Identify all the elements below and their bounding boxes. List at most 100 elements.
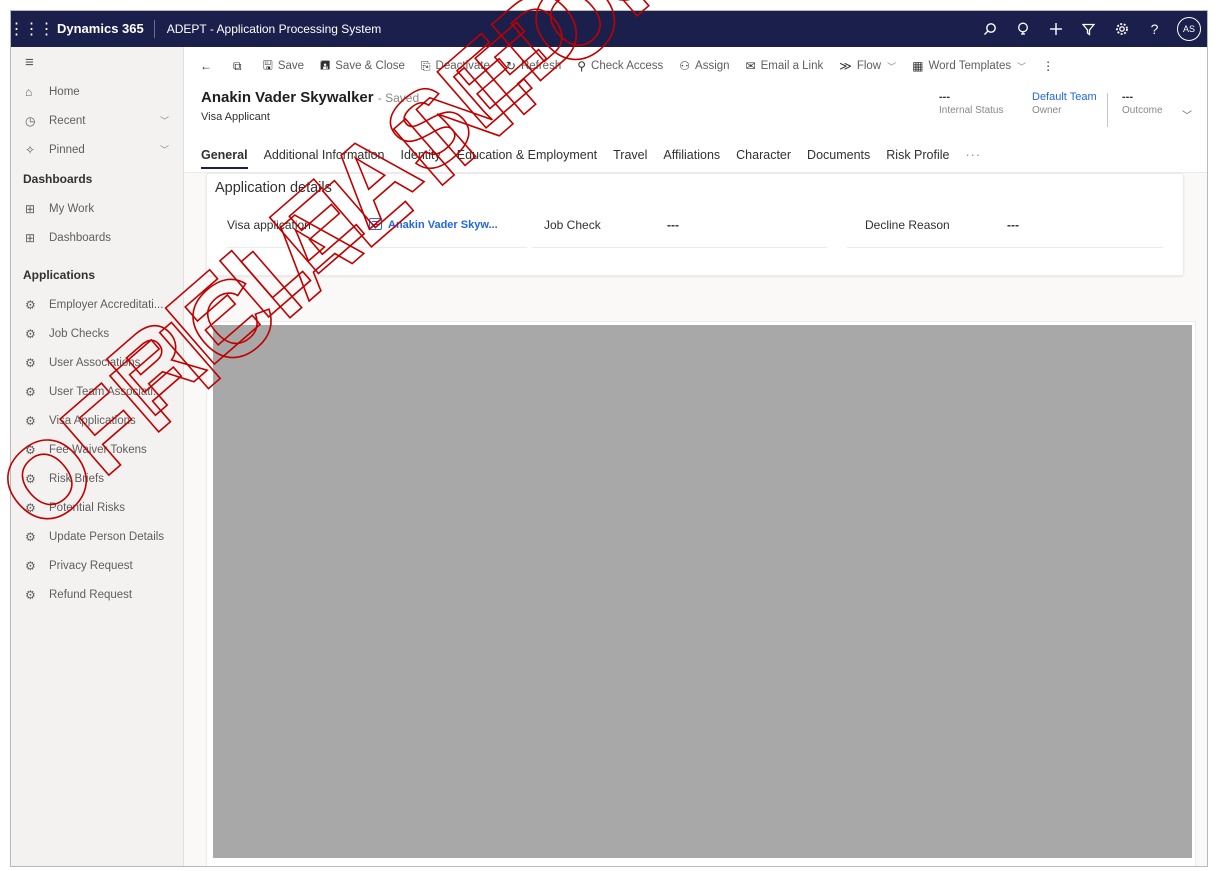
nav-item-potential-risks[interactable]: ⚙ Potential Risks bbox=[11, 493, 183, 522]
entity-icon: ⚙ bbox=[25, 413, 36, 428]
nav-group-applications: Applications bbox=[23, 268, 96, 282]
nav-item-user-team-associations[interactable]: ⚙ User Team Associati... bbox=[11, 377, 183, 406]
dashboard-icon: ⊞ bbox=[25, 201, 36, 216]
nav-item-employer-accreditations[interactable]: ⚙ Employer Accreditati... bbox=[11, 290, 183, 319]
deactivate-button[interactable]: ⎘ Deactivate bbox=[413, 47, 498, 85]
save-icon: 🖫 bbox=[262, 57, 273, 72]
nav-item-recent[interactable]: ◷ Recent ﹀ bbox=[11, 106, 183, 135]
nav-item-pinned[interactable]: ✧ Pinned ﹀ bbox=[11, 135, 183, 164]
app-name[interactable]: ADEPT - Application Processing System bbox=[155, 22, 382, 36]
expand-header-chevron-icon[interactable]: ﹀ bbox=[1182, 107, 1192, 122]
nav-item-home[interactable]: ⌂ Home bbox=[11, 77, 183, 106]
email-link-button[interactable]: ✉ Email a Link bbox=[738, 47, 832, 85]
nav-item-refund-request[interactable]: ⚙ Refund Request bbox=[11, 580, 183, 609]
section-title: Application details bbox=[215, 180, 332, 196]
nav-item-label: Refund Request bbox=[49, 588, 133, 601]
gear-icon[interactable] bbox=[1105, 11, 1138, 47]
dashboard-icon: ⊞ bbox=[25, 230, 36, 245]
back-arrow-icon: ← bbox=[200, 59, 212, 73]
home-icon: ⌂ bbox=[25, 84, 33, 99]
nav-item-fee-waiver-tokens[interactable]: ⚙ Fee Waiver Tokens bbox=[11, 435, 183, 464]
record-title: Anakin Vader Skywalker - Saved bbox=[201, 89, 419, 106]
nav-item-dashboards[interactable]: ⊞ Dashboards bbox=[11, 223, 183, 252]
back-button[interactable]: ← bbox=[192, 47, 225, 85]
app-launcher-icon[interactable]: ⋮⋮⋮ bbox=[11, 11, 55, 47]
word-templates-button[interactable]: ▦ Word Templates ﹀ bbox=[904, 47, 1034, 85]
entity-icon: ⚙ bbox=[25, 471, 36, 486]
nav-item-visa-applications[interactable]: ⚙ Visa Applications bbox=[11, 406, 183, 435]
nav-item-risk-briefs[interactable]: ⚙ Risk Briefs bbox=[11, 464, 183, 493]
decline-reason-value[interactable]: --- bbox=[1007, 218, 1019, 232]
clock-icon: ◷ bbox=[25, 113, 36, 128]
application-details-section: Application details Visa application Ana… bbox=[206, 173, 1184, 276]
sitemap-nav: ≡ ⌂ Home ◷ Recent ﹀ ✧ Pinned ﹀ Dashboard… bbox=[11, 47, 184, 866]
tab-additional-information[interactable]: Additional Information bbox=[264, 137, 385, 173]
word-templates-label: Word Templates bbox=[928, 60, 1012, 72]
nav-group-dashboards: Dashboards bbox=[23, 172, 93, 186]
entity-icon: ⚙ bbox=[25, 558, 36, 573]
redacted-content-card bbox=[206, 321, 1196, 866]
header-field-outcome: --- Outcome bbox=[1122, 91, 1163, 116]
command-bar: ← ⧉ 🖫 Save 🖪 Save & Close ⎘ Deactivate ↻ Ref… bbox=[184, 47, 1207, 85]
tab-character[interactable]: Character bbox=[736, 137, 791, 173]
decline-reason-field: Decline Reason --- bbox=[847, 210, 1163, 248]
job-check-value[interactable]: --- bbox=[667, 218, 679, 232]
save-button[interactable]: 🖫 Save bbox=[255, 47, 312, 85]
header-field-label: Owner bbox=[1032, 105, 1062, 116]
brand-name[interactable]: Dynamics 365 bbox=[51, 20, 155, 38]
refresh-label: Refresh bbox=[520, 60, 562, 72]
plus-icon[interactable] bbox=[1039, 11, 1072, 47]
filter-icon[interactable] bbox=[1072, 11, 1105, 47]
user-avatar[interactable]: AS bbox=[1177, 17, 1201, 41]
chevron-down-icon[interactable]: ﹀ bbox=[160, 143, 169, 156]
tab-travel[interactable]: Travel bbox=[613, 137, 647, 173]
lookup-record-icon bbox=[369, 218, 382, 230]
help-icon[interactable]: ? bbox=[1138, 11, 1171, 47]
entity-icon: ⚙ bbox=[25, 529, 36, 544]
email-icon: ✉ bbox=[745, 59, 756, 73]
lightbulb-icon[interactable] bbox=[1006, 11, 1039, 47]
tab-education-employment[interactable]: Education & Employment bbox=[457, 137, 597, 173]
more-commands-button[interactable]: ⋮ bbox=[1034, 47, 1067, 85]
owner-link[interactable]: Default Team bbox=[1032, 91, 1097, 103]
entity-icon: ⚙ bbox=[25, 442, 36, 457]
tab-more-button[interactable]: ··· bbox=[966, 137, 982, 173]
tab-identity[interactable]: Identity bbox=[400, 137, 440, 173]
header-field-internal-status: --- Internal Status bbox=[939, 91, 1003, 116]
nav-item-label: Home bbox=[49, 85, 80, 98]
nav-item-my-work[interactable]: ⊞ My Work bbox=[11, 194, 183, 223]
hamburger-menu-icon[interactable]: ≡ bbox=[11, 47, 183, 77]
tab-affiliations[interactable]: Affiliations bbox=[663, 137, 720, 173]
entity-icon: ⚙ bbox=[25, 326, 36, 341]
search-icon[interactable] bbox=[973, 11, 1006, 47]
open-in-new-window-button[interactable]: ⧉ bbox=[225, 47, 255, 85]
visa-application-lookup[interactable]: Anakin Vader Skyw... bbox=[369, 218, 498, 231]
nav-item-job-checks[interactable]: ⚙ Job Checks bbox=[11, 319, 183, 348]
chevron-down-icon[interactable]: ﹀ bbox=[160, 114, 169, 127]
header-field-label: Internal Status bbox=[939, 105, 1004, 116]
nav-item-label: Potential Risks bbox=[49, 501, 126, 514]
nav-item-label: Fee Waiver Tokens bbox=[49, 443, 147, 456]
nav-item-label: Update Person Details bbox=[49, 530, 165, 543]
top-bar: ⋮⋮⋮ Dynamics 365 ADEPT - Application Pro… bbox=[11, 11, 1207, 47]
nav-item-update-person-details[interactable]: ⚙ Update Person Details bbox=[11, 522, 183, 551]
assign-label: Assign bbox=[695, 60, 730, 72]
nav-item-user-associations[interactable]: ⚙ User Associations bbox=[11, 348, 183, 377]
check-access-button[interactable]: ⚲ Check Access bbox=[569, 47, 671, 85]
tab-documents[interactable]: Documents bbox=[807, 137, 870, 173]
tab-general[interactable]: General bbox=[201, 137, 248, 173]
nav-item-privacy-request[interactable]: ⚙ Privacy Request bbox=[11, 551, 183, 580]
save-close-button[interactable]: 🖪 Save & Close bbox=[312, 47, 413, 85]
check-access-label: Check Access bbox=[591, 60, 664, 72]
save-status: - Saved bbox=[377, 91, 420, 105]
header-divider bbox=[1107, 93, 1108, 127]
nav-item-label: Dashboards bbox=[49, 231, 112, 244]
refresh-button[interactable]: ↻ Refresh bbox=[498, 47, 569, 85]
nav-item-label: User Team Associati... bbox=[49, 385, 163, 398]
nav-item-label: Privacy Request bbox=[49, 559, 133, 572]
entity-icon: ⚙ bbox=[25, 384, 36, 399]
tab-risk-profile[interactable]: Risk Profile bbox=[886, 137, 949, 173]
flow-button[interactable]: ≫ Flow ﹀ bbox=[831, 47, 904, 85]
assign-button[interactable]: ⚇ Assign bbox=[671, 47, 737, 85]
nav-item-label: Pinned bbox=[49, 143, 85, 156]
